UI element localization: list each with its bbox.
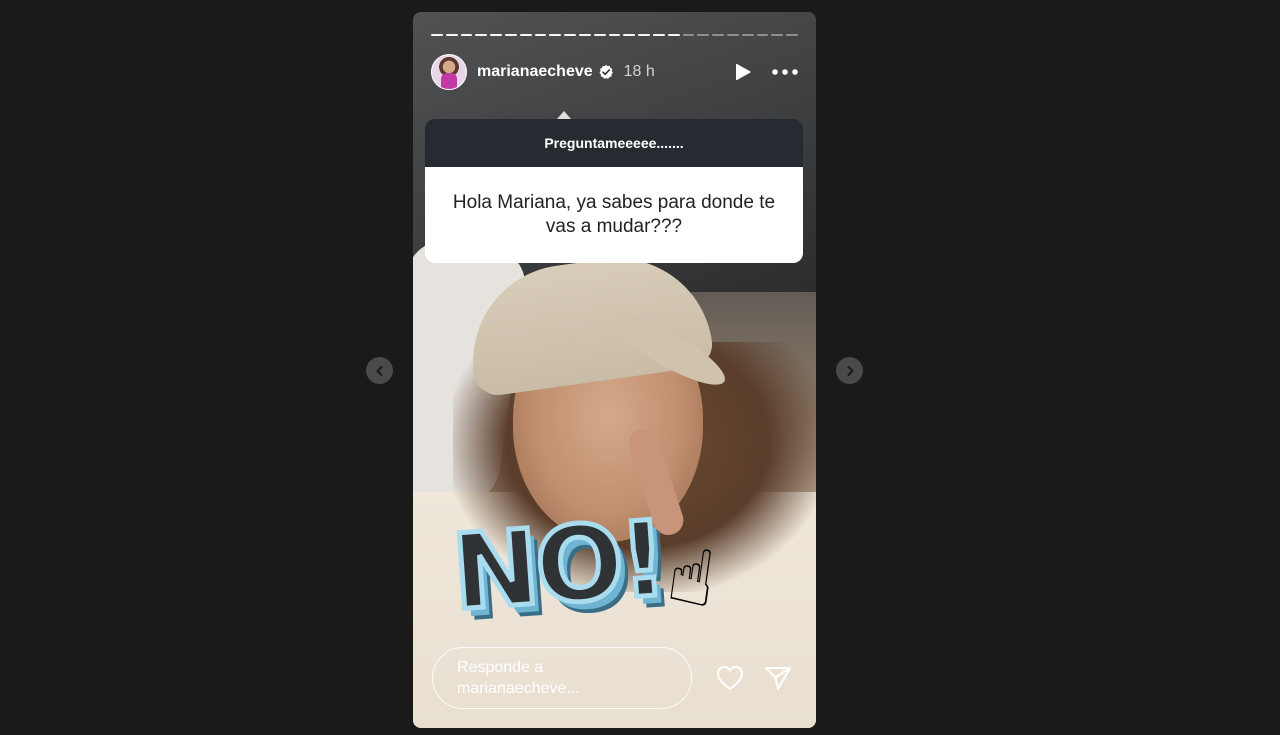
more-options-button[interactable] xyxy=(772,69,798,75)
like-button[interactable] xyxy=(716,665,744,691)
progress-segment xyxy=(623,34,636,36)
progress-segment xyxy=(593,34,606,36)
next-story-button[interactable] xyxy=(836,357,863,384)
progress-segment xyxy=(475,34,488,36)
progress-segment xyxy=(519,34,532,36)
question-prompt: Preguntameeeee....... xyxy=(425,119,803,167)
story-progress-bar xyxy=(431,34,798,37)
progress-segment xyxy=(726,34,739,36)
progress-segment xyxy=(756,34,769,36)
chevron-left-icon xyxy=(376,365,382,376)
progress-segment xyxy=(578,34,591,36)
username[interactable]: marianaecheve xyxy=(477,63,593,81)
progress-segment xyxy=(504,34,517,36)
avatar[interactable] xyxy=(431,54,467,90)
heart-icon xyxy=(717,666,743,690)
progress-segment xyxy=(786,34,798,36)
progress-segment xyxy=(712,34,724,36)
progress-segment xyxy=(445,34,458,36)
story-header: marianaecheve 18 h xyxy=(431,52,798,92)
progress-segment xyxy=(490,34,502,36)
play-button[interactable] xyxy=(734,62,752,82)
chevron-right-icon xyxy=(847,365,853,376)
progress-segment xyxy=(741,34,754,36)
story-viewer: marianaecheve 18 h Preguntameeeee.......… xyxy=(0,0,1280,735)
previous-story-button[interactable] xyxy=(366,357,393,384)
reply-bar: Responde a marianaecheve... xyxy=(432,647,792,709)
progress-segment xyxy=(564,34,576,36)
progress-segment xyxy=(638,34,650,36)
progress-segment xyxy=(682,34,695,36)
question-sticker: Preguntameeeee....... Hola Mariana, ya s… xyxy=(425,111,803,263)
question-text: Hola Mariana, ya sabes para donde te vas… xyxy=(425,167,803,263)
play-icon xyxy=(736,63,751,81)
question-sticker-notch xyxy=(557,111,571,119)
progress-segment xyxy=(608,34,621,36)
progress-segment xyxy=(460,34,473,36)
share-button[interactable] xyxy=(764,665,792,691)
progress-segment xyxy=(652,34,665,36)
post-time: 18 h xyxy=(623,63,655,80)
send-icon xyxy=(765,667,791,690)
verified-badge-icon xyxy=(599,64,613,79)
progress-segment xyxy=(771,34,784,36)
progress-segment xyxy=(549,34,562,36)
reply-actions xyxy=(716,665,792,691)
story-card[interactable]: marianaecheve 18 h Preguntameeeee.......… xyxy=(413,12,816,728)
reply-input[interactable]: Responde a marianaecheve... xyxy=(432,647,692,709)
progress-segment xyxy=(667,34,680,36)
header-actions xyxy=(734,62,798,82)
progress-segment xyxy=(431,34,443,36)
progress-segment xyxy=(697,34,710,36)
progress-segment xyxy=(534,34,547,36)
more-horizontal-icon xyxy=(772,69,798,75)
